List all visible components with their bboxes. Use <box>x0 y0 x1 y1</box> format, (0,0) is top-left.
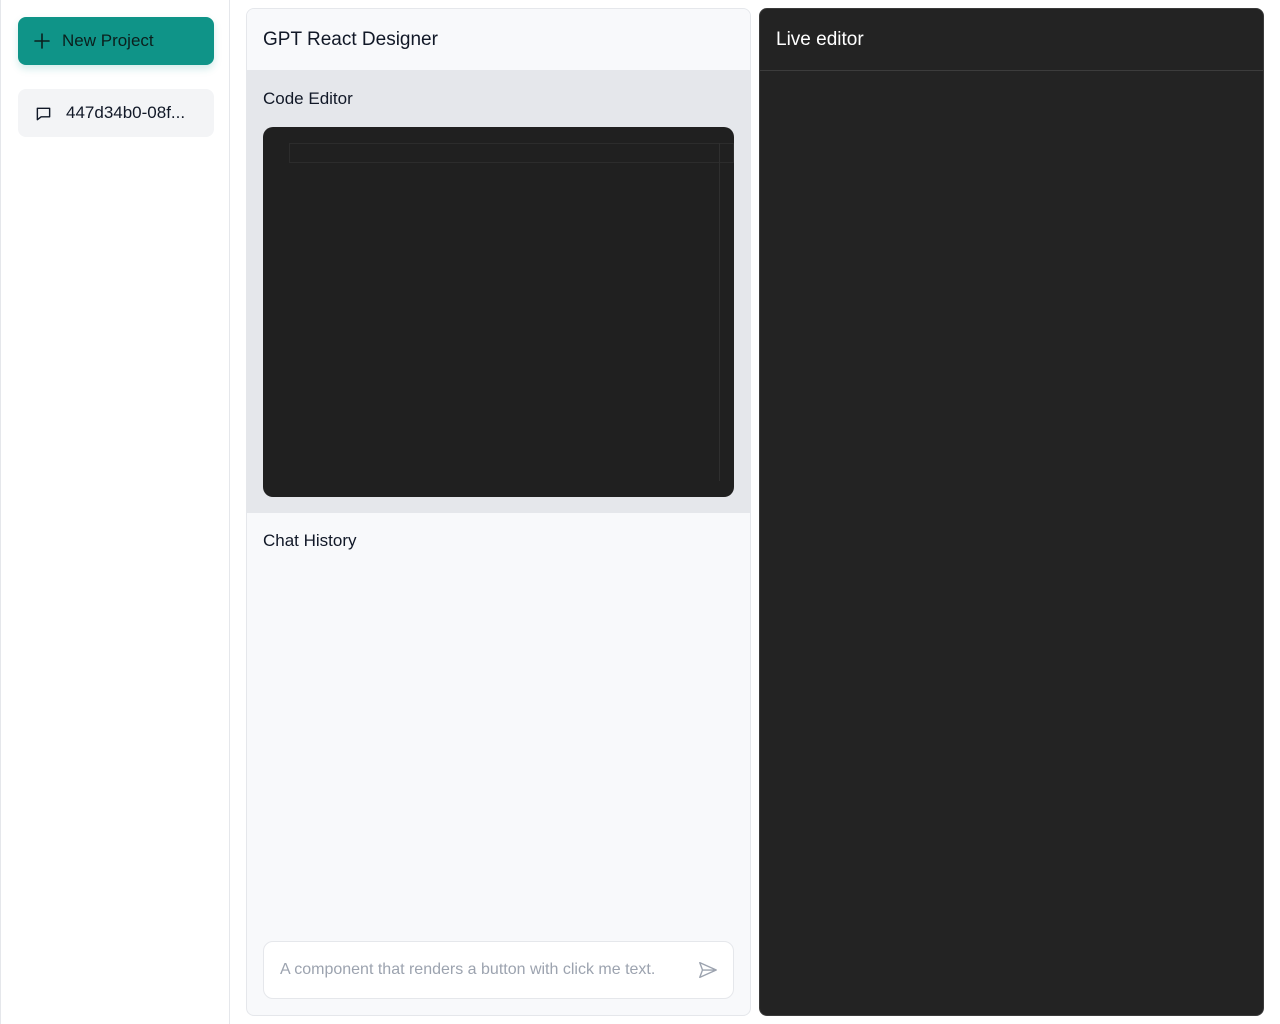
chat-input-box <box>263 941 734 999</box>
project-item-label: 447d34b0-08f... <box>66 103 186 122</box>
project-item[interactable]: 447d34b0-08f... <box>18 89 214 137</box>
chat-input[interactable] <box>280 961 689 979</box>
code-editor[interactable] <box>263 127 734 497</box>
app-title: GPT React Designer <box>247 9 750 71</box>
code-editor-title: Code Editor <box>263 89 353 108</box>
current-line-highlight <box>289 143 734 163</box>
live-editor-title: Live editor <box>760 9 1263 71</box>
chat-history-title: Chat History <box>263 531 357 550</box>
sidebar: New Project 447d34b0-08f... <box>0 0 230 1024</box>
chat-bubble-icon <box>36 107 51 120</box>
new-project-button[interactable]: New Project <box>18 17 214 65</box>
live-editor-panel: Live editor <box>759 8 1264 1016</box>
editor-scrollbar[interactable] <box>719 143 720 481</box>
new-project-label: New Project <box>62 31 154 50</box>
plus-icon <box>34 33 50 49</box>
send-icon[interactable] <box>697 959 719 981</box>
designer-panel: GPT React Designer Code Editor Chat Hist… <box>246 8 751 1016</box>
code-editor-section: Code Editor <box>247 71 750 513</box>
